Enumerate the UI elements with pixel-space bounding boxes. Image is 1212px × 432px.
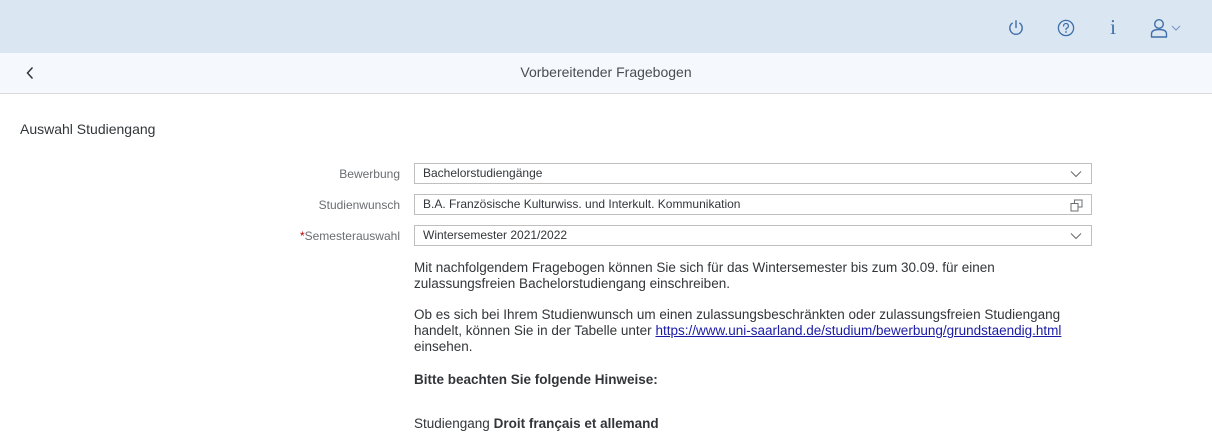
info-paragraph-1: Mit nachfolgendem Fragebogen können Sie …: [414, 260, 995, 291]
help-icon[interactable]: [1055, 17, 1077, 39]
back-button[interactable]: [18, 61, 42, 85]
user-icon[interactable]: [1148, 17, 1170, 39]
studienwunsch-label: Studienwunsch: [318, 198, 400, 212]
info-paragraph-3-prefix: Studiengang: [414, 416, 494, 431]
content-area: Auswahl Studiengang Bewerbung Bachelorst…: [0, 94, 1212, 431]
info-paragraph-2: Ob es sich bei Ihrem Studienwunsch um ei…: [414, 307, 1094, 355]
semester-value: Wintersemester 2021/2022: [423, 228, 568, 242]
info-paragraph-3: Studiengang Droit français et allemand: [414, 416, 1094, 432]
bewerbung-value: Bachelorstudiengänge: [423, 166, 543, 180]
nav-bar: Vorbereitender Fragebogen: [0, 53, 1212, 94]
semester-label-text: Semesterauswahl: [304, 229, 400, 243]
semester-select[interactable]: Wintersemester 2021/2022: [414, 225, 1092, 246]
bewerbung-label: Bewerbung: [339, 167, 400, 181]
program-name: Droit français et allemand: [493, 416, 659, 431]
semester-label: *Semesterauswahl: [210, 229, 400, 243]
section-title: Auswahl Studiengang: [20, 121, 156, 137]
info-icon[interactable]: i: [1102, 15, 1124, 39]
hints-heading: Bitte beachten Sie folgende Hinweise:: [414, 372, 658, 387]
grundstaendig-link[interactable]: https://www.uni-saarland.de/studium/bewe…: [655, 323, 1061, 338]
page-title: Vorbereitender Fragebogen: [520, 64, 692, 80]
chevron-left-icon: [26, 66, 34, 80]
chevron-down-icon[interactable]: [1168, 17, 1184, 39]
studienwunsch-value: B.A. Französische Kulturwiss. und Interk…: [423, 197, 741, 211]
bewerbung-select[interactable]: Bachelorstudiengänge: [414, 163, 1092, 184]
value-help-icon[interactable]: [1069, 198, 1083, 212]
info-paragraph-2-suffix: einsehen.: [414, 339, 473, 354]
chevron-down-icon[interactable]: [1069, 167, 1083, 181]
chevron-down-icon[interactable]: [1069, 229, 1083, 243]
shell-bar: i: [0, 0, 1212, 53]
power-icon[interactable]: [1005, 17, 1027, 39]
studienwunsch-field[interactable]: B.A. Französische Kulturwiss. und Interk…: [414, 194, 1092, 215]
